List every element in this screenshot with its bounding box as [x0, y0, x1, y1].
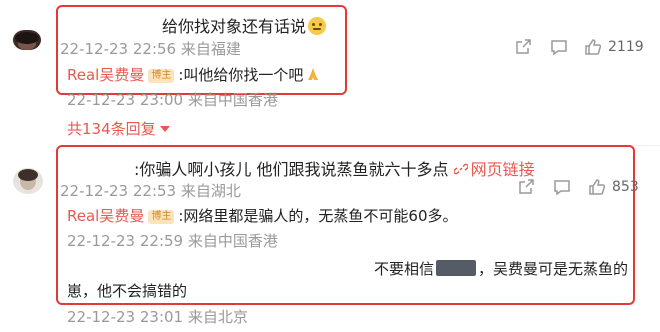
reply-author[interactable]: Real吴费曼	[67, 66, 144, 84]
reply-row: Real吴费曼 博主:网络里都是骗人的，无蒸鱼不可能60多。	[67, 205, 458, 226]
comment-icon	[551, 40, 567, 56]
comment-icon	[554, 180, 570, 196]
author-badge: 博主	[148, 69, 175, 83]
smirking-face-icon	[308, 17, 327, 35]
comment-button[interactable]	[553, 178, 571, 196]
comment-meta: 22-12-23 22:53 来自湖北	[60, 182, 241, 200]
sub-reply-text: 不要相信 ，吴费曼可是无蒸鱼的	[374, 260, 629, 278]
reply-author[interactable]: Real吴费曼	[67, 207, 144, 225]
comment-meta: 22-12-23 22:56 来自福建	[60, 40, 241, 58]
share-button[interactable]	[514, 38, 532, 56]
expand-replies-link[interactable]: 共134条回复	[67, 118, 171, 139]
comment-text: :你骗人啊小孩儿 他们跟我说蒸鱼就六十多点 网页链接	[134, 160, 535, 179]
thumbs-up-icon	[585, 39, 602, 55]
like-count: 853	[612, 179, 639, 195]
share-button[interactable]	[517, 178, 535, 196]
avatar[interactable]	[13, 30, 41, 50]
comment-button[interactable]	[550, 38, 568, 56]
thumbs-up-icon	[589, 179, 606, 195]
comment-text: 给你找对象还有话说	[162, 13, 327, 37]
reply-text: :叫他给你找一个吧	[178, 66, 304, 84]
reply-row: Real吴费曼 博主:叫他给你找一个吧	[67, 64, 321, 85]
like-button[interactable]: 2119	[584, 38, 644, 56]
reply-text: :网络里都是骗人的，无蒸鱼不可能60多。	[178, 207, 458, 225]
sub-reply-text-line2: 崽，他不会搞错的	[67, 282, 188, 300]
like-count: 2119	[608, 39, 644, 55]
caret-down-icon	[159, 126, 170, 132]
web-link[interactable]: 网页链接	[453, 160, 535, 179]
redacted-name	[436, 260, 477, 276]
link-icon	[453, 163, 468, 175]
share-icon	[516, 39, 531, 54]
sub-reply-meta: 22-12-23 23:01 来自北京	[67, 308, 248, 326]
avatar[interactable]	[13, 168, 43, 194]
folded-hands-icon	[308, 68, 319, 80]
share-icon	[519, 179, 534, 194]
like-button[interactable]: 853	[588, 178, 639, 196]
reply-meta: 22-12-23 22:59 来自中国香港	[67, 232, 278, 250]
author-badge: 博主	[148, 210, 175, 224]
reply-meta: 22-12-23 23:00 来自中国香港	[67, 91, 278, 109]
